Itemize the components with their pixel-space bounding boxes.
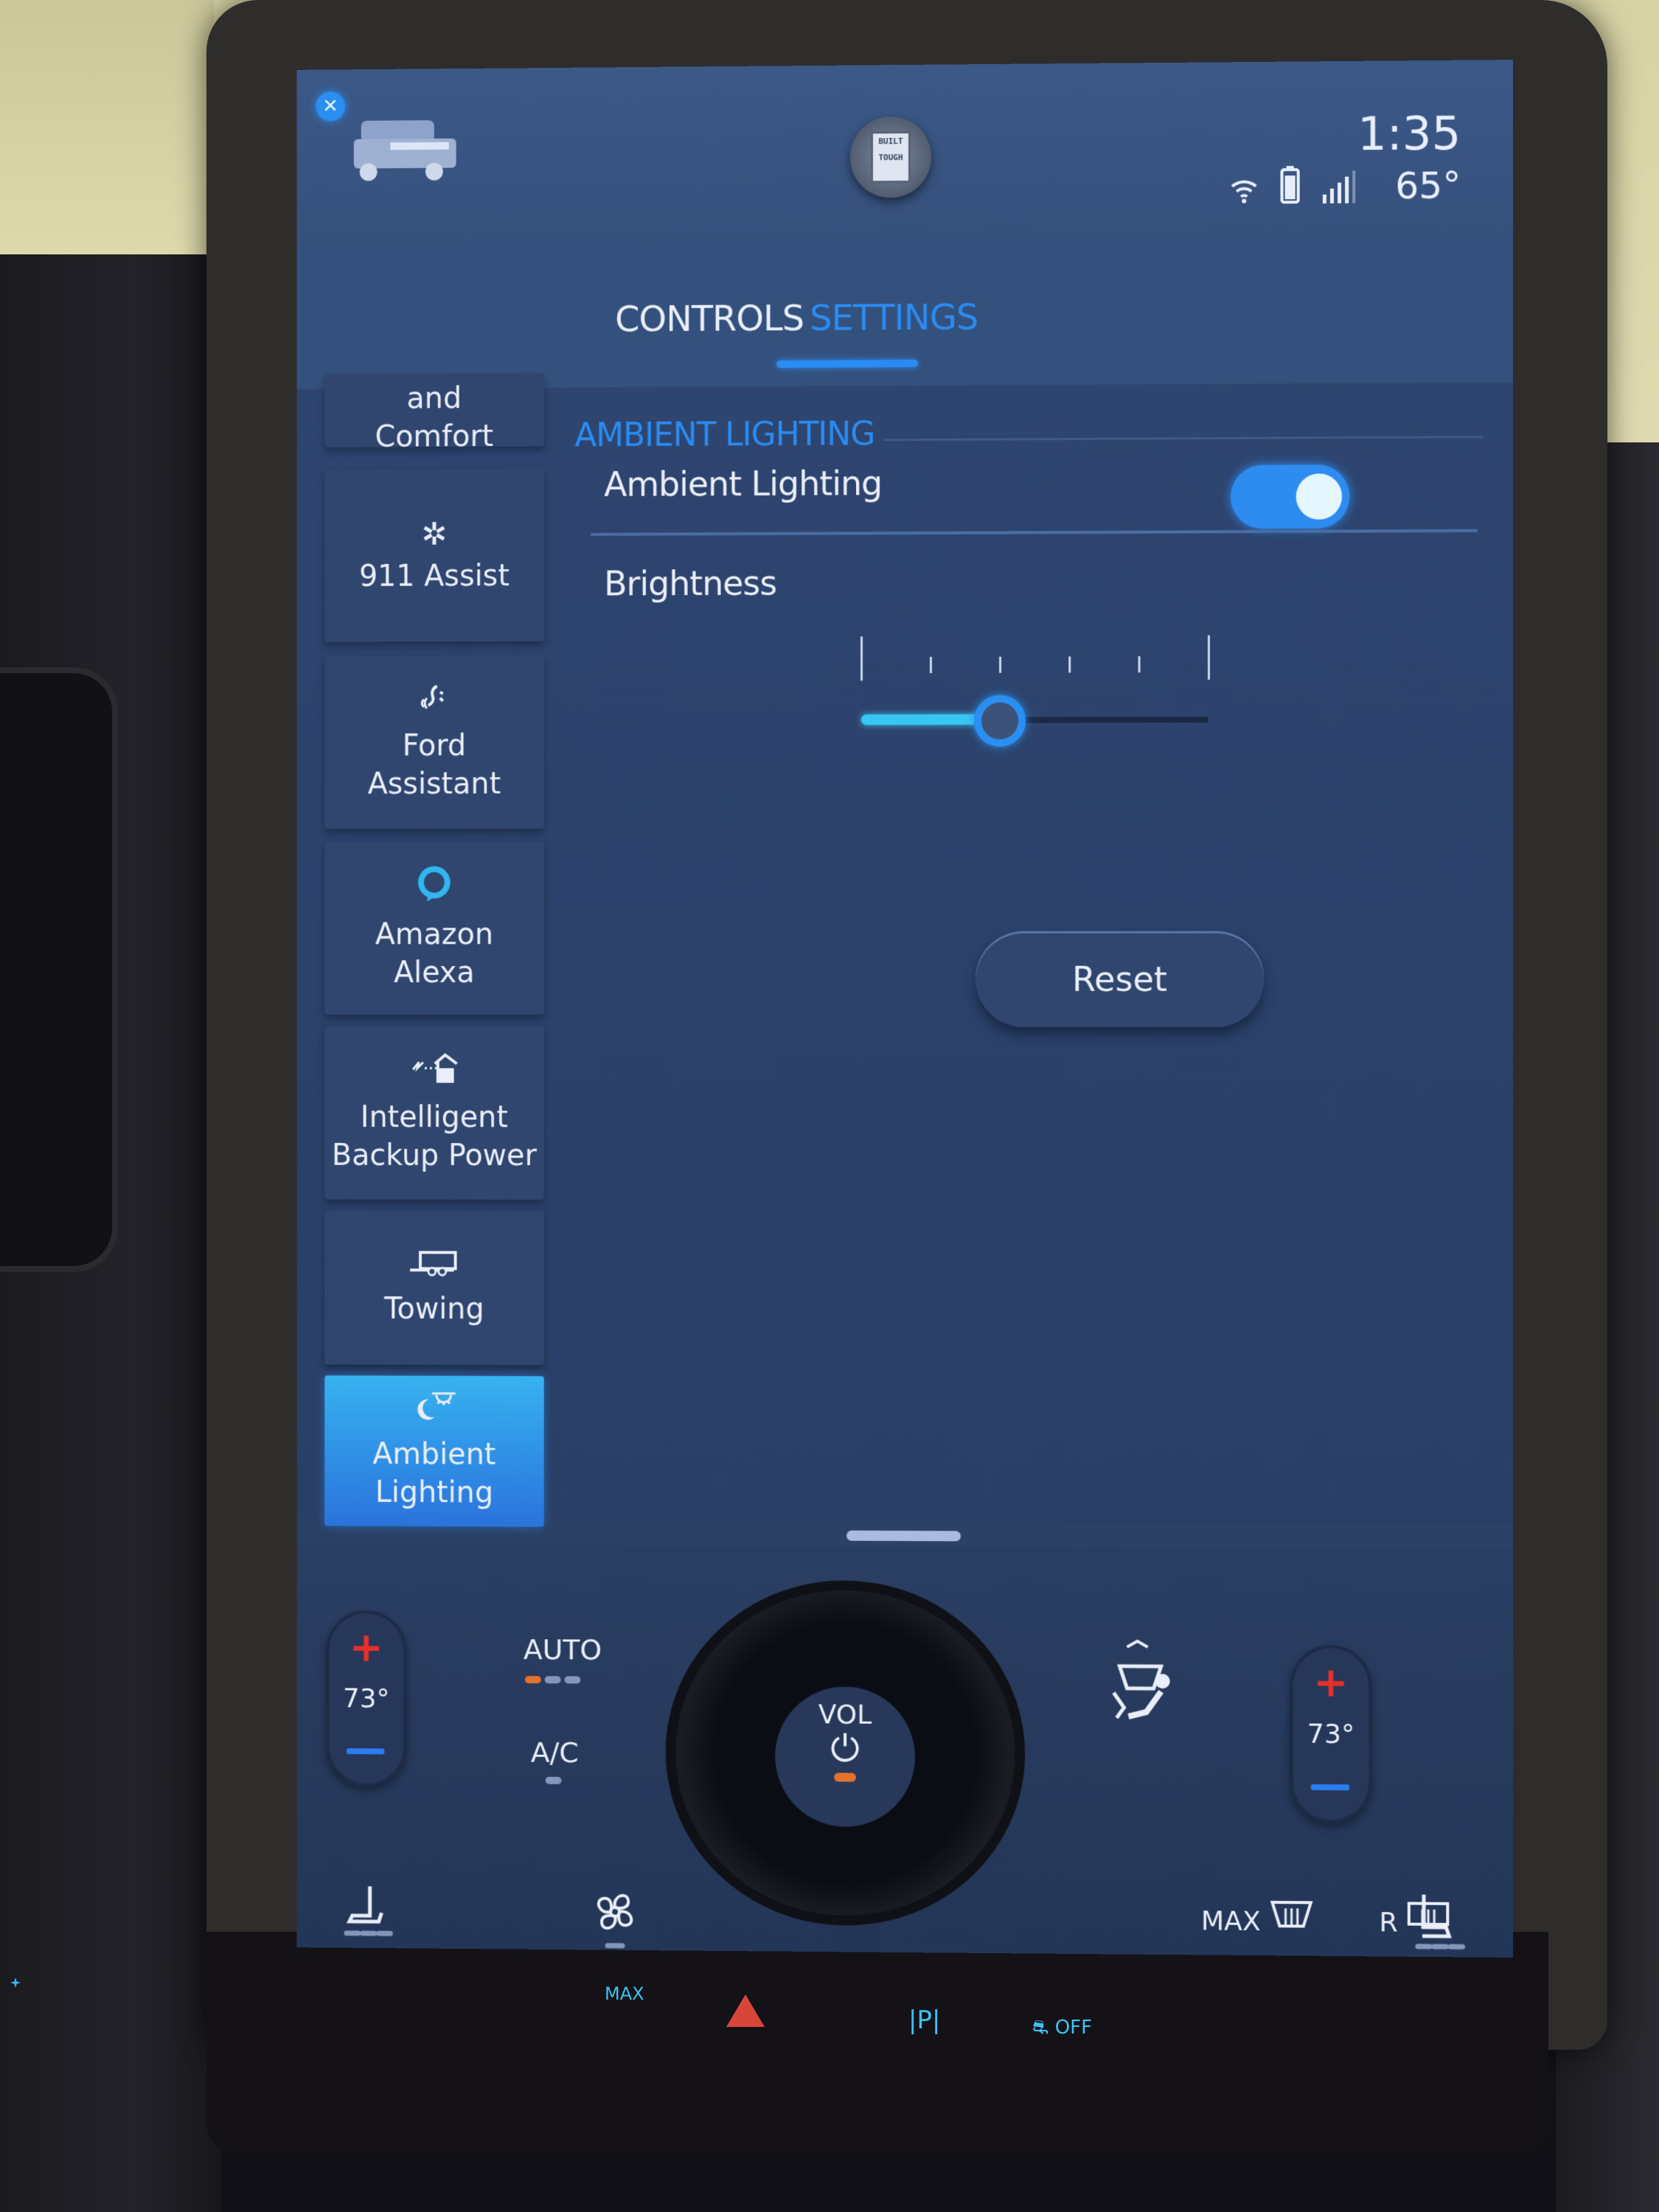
temp-up-button[interactable]: + (1290, 1658, 1372, 1707)
sidebar-item-label: 911 Assist (358, 558, 509, 594)
defrost-airflow-icon[interactable] (1097, 1636, 1178, 1750)
vehicle-icon[interactable] (347, 105, 464, 187)
ambient-light-icon (410, 1391, 458, 1431)
passenger-temp-value: 73° (1307, 1719, 1355, 1750)
built-ford-tough-badge[interactable]: BUILT TOUGH (850, 116, 931, 198)
climate-lower-row: MAX R (297, 1764, 1513, 1920)
sidebar-item-amazon-alexa[interactable]: Amazon Alexa (324, 841, 544, 1015)
row-divider (591, 529, 1478, 536)
home-power-icon (408, 1052, 459, 1094)
voice-assistant-icon (418, 682, 451, 723)
settings-content: and Comfort ✲ 911 Assist Ford Assistant Am… (296, 372, 1514, 1527)
power-icon: ⏻ (830, 1727, 860, 1770)
traction-control-icon: ⛐ (1032, 2017, 1049, 2039)
drawer-handle[interactable] (846, 1530, 961, 1542)
bluetooth-close-icon[interactable]: ✕ (316, 91, 346, 122)
tab-controls[interactable]: CONTROLS (615, 298, 804, 340)
sidebar-item-label: Towing (384, 1291, 484, 1326)
reset-button[interactable]: Reset (975, 931, 1265, 1028)
phone-battery-icon (1280, 165, 1301, 206)
badge-text: TOUGH (878, 152, 903, 163)
status-bar: ✕ BUILT TOUGH 1:35 65° (296, 60, 1514, 243)
traction-off-label: OFF (1054, 2017, 1093, 2039)
slider-thumb[interactable] (974, 695, 1026, 747)
dash-indicator-icon (10, 1978, 21, 1988)
tab-settings[interactable]: SETTINGS (810, 296, 978, 338)
settings-sidebar[interactable]: and Comfort ✲ 911 Assist Ford Assistant Am… (324, 372, 551, 1527)
slider-tick (1138, 655, 1141, 673)
windshield-defrost-icon (1269, 1898, 1313, 1931)
sidebar-item-comfort[interactable]: and Comfort (324, 372, 544, 454)
background-wall (0, 0, 214, 254)
heated-seat-passenger-button[interactable] (1409, 1890, 1469, 1958)
signal-strength-icon (1321, 170, 1357, 206)
ambient-lighting-label: Ambient Lighting (604, 463, 883, 504)
auto-level-dot (524, 1675, 541, 1684)
toggle-knob (1295, 473, 1343, 520)
hw-max-defrost-button[interactable]: MAX (605, 1983, 644, 2004)
hw-max-label: MAX (605, 1983, 644, 2004)
temp-down-button[interactable] (346, 1748, 385, 1755)
sidebar-item-911-assist[interactable]: ✲ 911 Assist (324, 468, 544, 642)
rear-defrost-label: R (1379, 1907, 1398, 1938)
tab-bar: CONTROLS SETTINGS (296, 234, 1514, 389)
slider-tick (1207, 635, 1210, 680)
sidebar-item-label: Ford Assistant (367, 728, 501, 801)
slider-tick (860, 636, 863, 681)
slider-tick (929, 656, 932, 673)
status-icons (1229, 164, 1357, 206)
sidebar-item-label: Intelligent Backup Power (332, 1100, 537, 1173)
sidebar-item-ford-assistant[interactable]: Ford Assistant (324, 655, 544, 830)
dashboard-left (0, 254, 221, 2212)
infotainment-screen: ✕ BUILT TOUGH 1:35 65° CONTROLS SETTINGS… (296, 60, 1514, 1958)
badge-text: BUILT (878, 136, 903, 147)
air-vent (0, 667, 118, 1272)
trailer-icon (408, 1248, 459, 1285)
auto-level-dot (544, 1676, 561, 1684)
heated-seat-driver-button[interactable] (341, 1882, 399, 1951)
section-title: AMBIENT LIGHTING (574, 415, 875, 455)
max-defrost-button[interactable]: MAX (1201, 1897, 1314, 1937)
ambient-lighting-toggle[interactable] (1231, 465, 1350, 529)
driver-temp-value: 73° (343, 1683, 390, 1714)
auto-level-indicator (524, 1675, 581, 1684)
driver-temp-control[interactable]: + 73° (326, 1610, 407, 1787)
outside-temperature: 65° (1395, 164, 1461, 208)
sidebar-item-towing[interactable]: Towing (324, 1210, 544, 1366)
hazard-button[interactable] (726, 1994, 765, 2027)
hardware-button-strip (206, 1932, 1548, 2153)
slider-tick (1068, 656, 1071, 673)
sidebar-item-label: and Comfort (375, 381, 494, 454)
ambient-lighting-panel: AMBIENT LIGHTING Ambient Lighting Bright… (574, 383, 1498, 1524)
star-of-life-icon: ✲ (421, 515, 448, 552)
sidebar-item-ambient-lighting[interactable]: Ambient Lighting (324, 1375, 544, 1527)
auto-level-dot (564, 1676, 581, 1684)
badge-plate: BUILT TOUGH (871, 131, 911, 184)
wifi-icon (1229, 174, 1259, 206)
brightness-label: Brightness (604, 563, 777, 604)
auto-button[interactable]: AUTO (524, 1633, 602, 1666)
temp-up-button[interactable]: + (326, 1624, 406, 1672)
active-tab-indicator (776, 359, 918, 368)
clock: 1:35 (1357, 105, 1461, 161)
section-divider (883, 436, 1484, 442)
max-defrost-label: MAX (1200, 1906, 1261, 1937)
traction-control-off-button[interactable]: ⛐ OFF (1032, 2017, 1092, 2042)
sidebar-item-intelligent-backup-power[interactable]: Intelligent Backup Power (324, 1026, 544, 1200)
alexa-ring-icon (415, 865, 453, 911)
fan-speed-button[interactable] (585, 1884, 644, 1958)
sidebar-item-label: Ambient Lighting (372, 1437, 496, 1510)
vol-label: VOL (818, 1700, 872, 1731)
slider-tick (999, 656, 1002, 673)
ac-button[interactable]: A/C (531, 1736, 579, 1769)
sidebar-item-label: Amazon Alexa (375, 917, 494, 990)
brightness-slider[interactable] (860, 635, 1210, 747)
parking-brake-button[interactable]: |P| (908, 2006, 940, 2035)
climate-bar: + 73° AUTO A/C VOL ⏻ + 73° MAX R (296, 1544, 1514, 1958)
